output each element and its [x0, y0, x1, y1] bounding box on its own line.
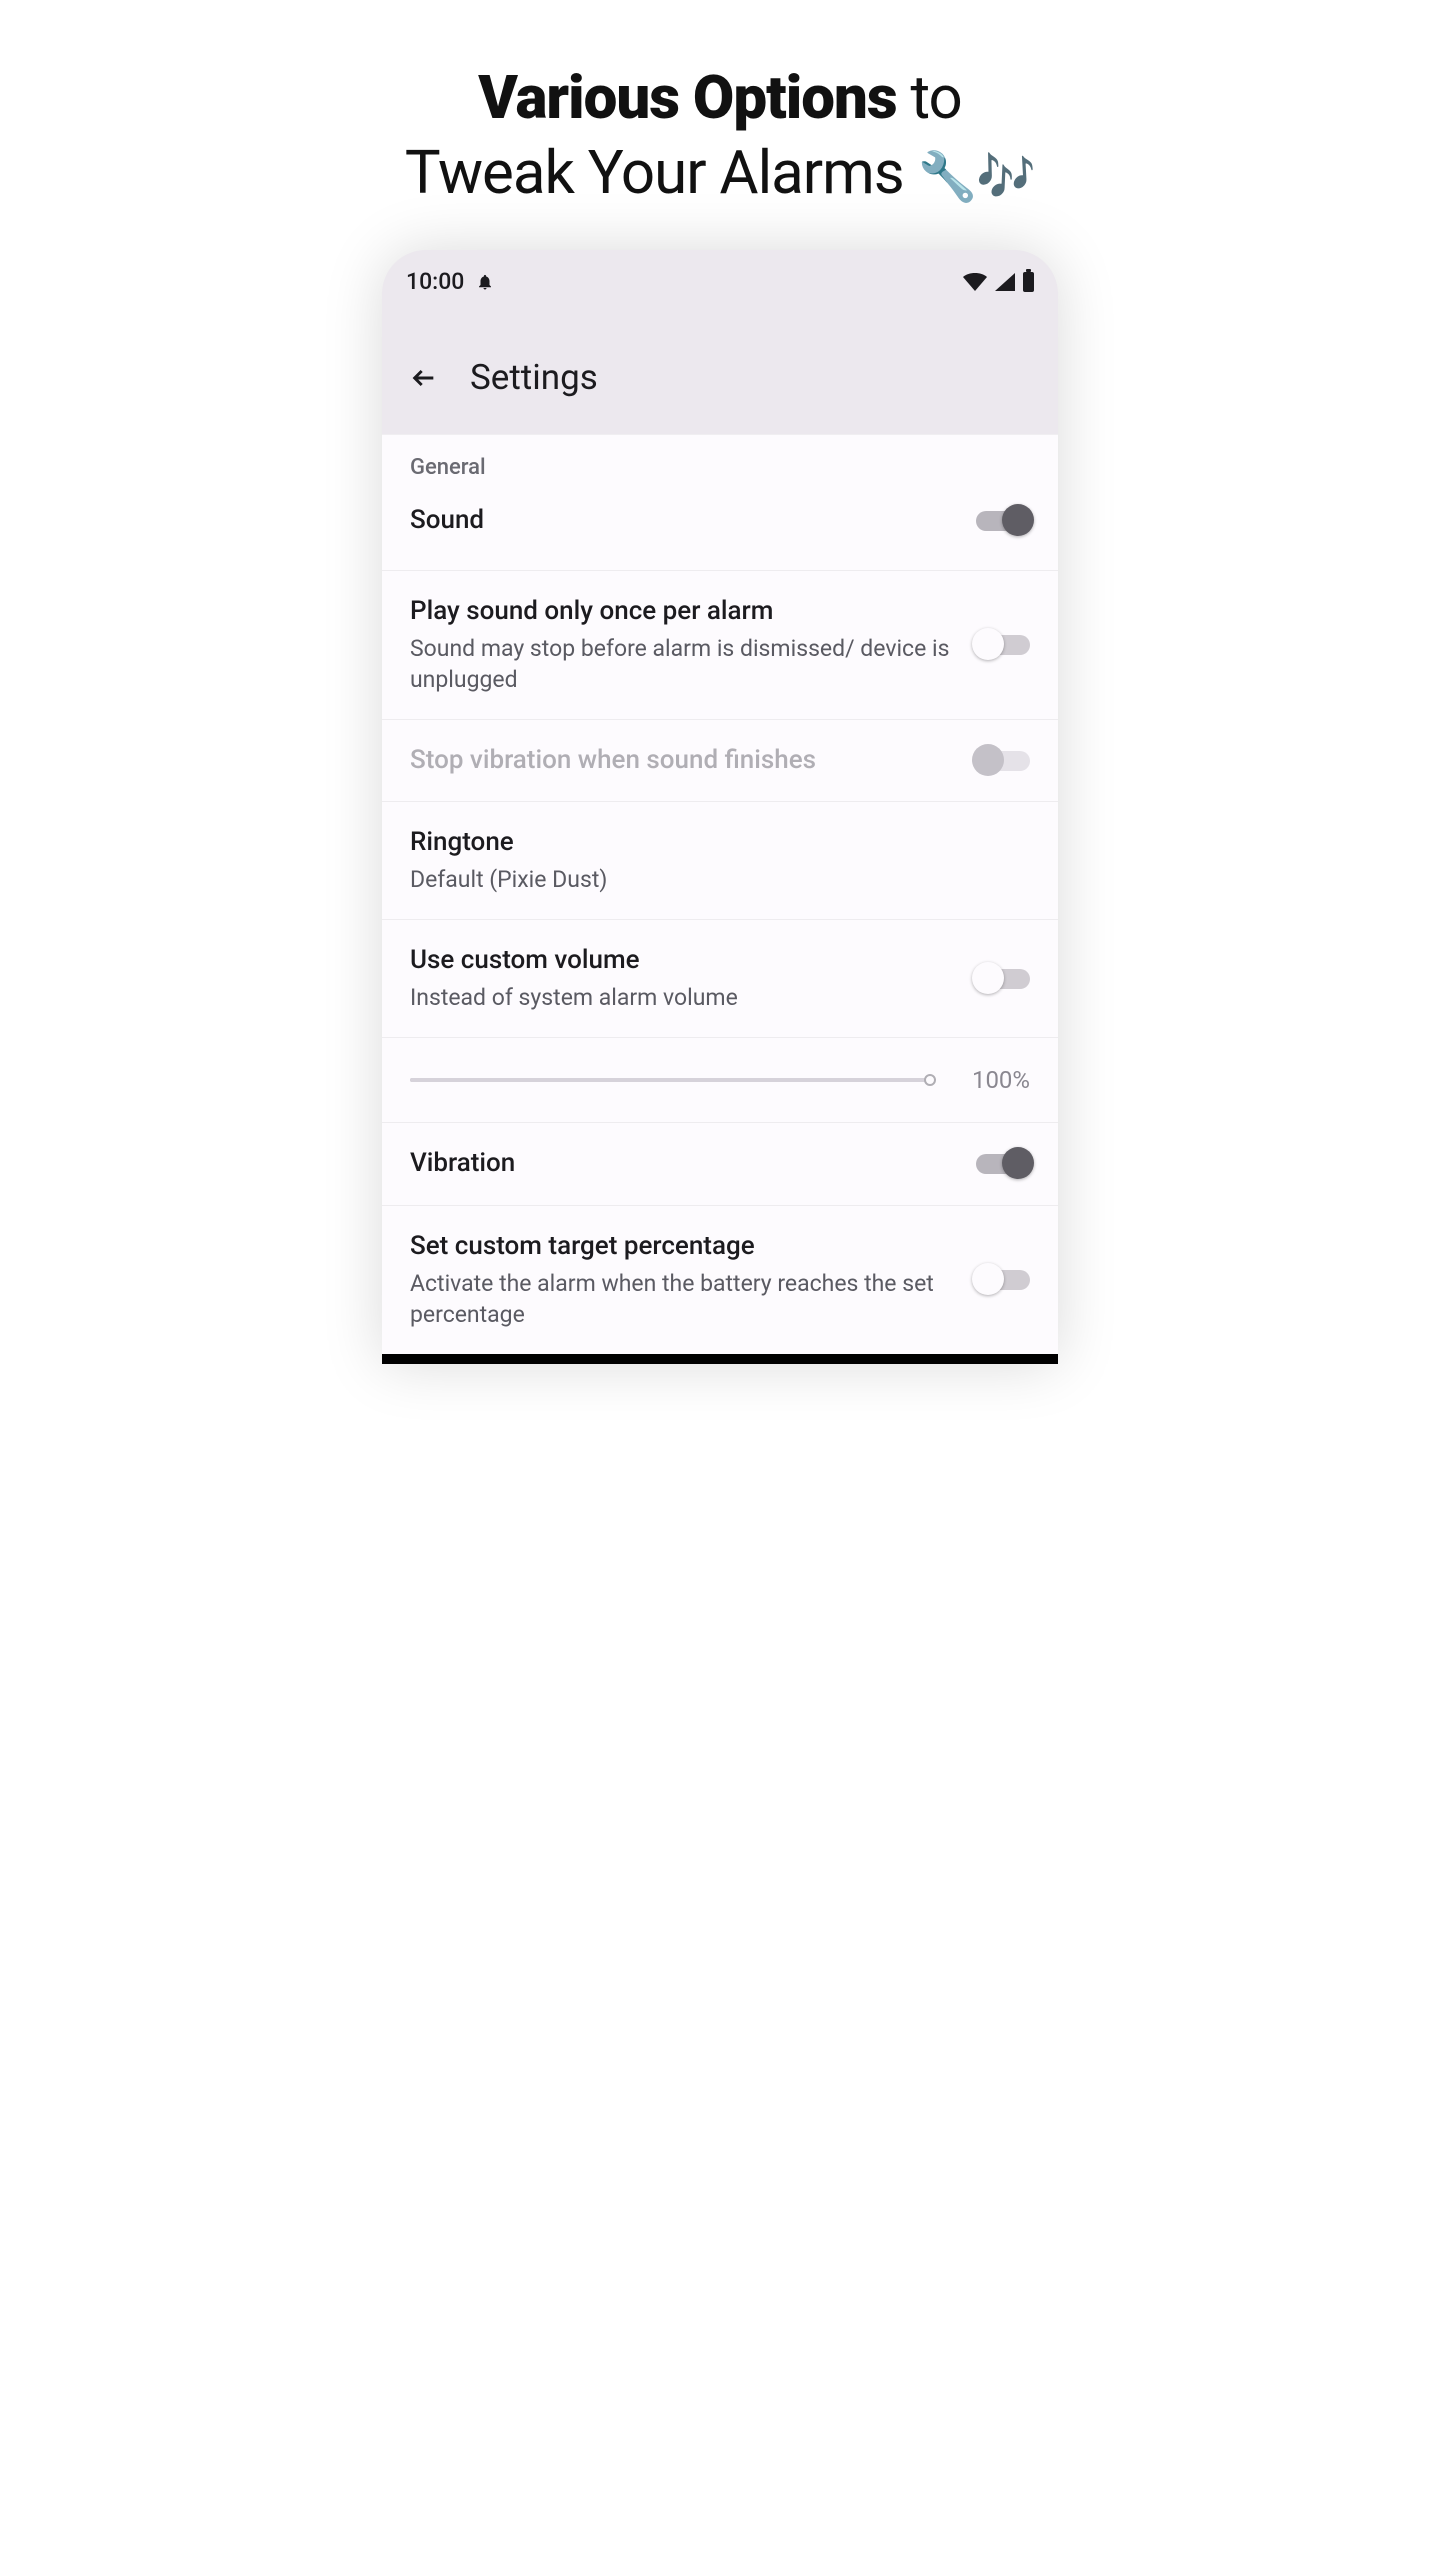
setting-ringtone-sub: Default (Pixie Dust) [410, 864, 1030, 895]
volume-slider-thumb[interactable] [924, 1074, 936, 1086]
headline-bold-1: Various Options [478, 62, 896, 133]
volume-slider-value: 100% [970, 1066, 1030, 1094]
setting-stop-vibration-toggle [976, 751, 1030, 771]
back-arrow-icon[interactable] [410, 364, 438, 392]
setting-stop-vibration-label: Stop vibration when sound finishes [410, 744, 956, 778]
bell-icon [476, 272, 494, 292]
setting-ringtone-label: Ringtone [410, 826, 1030, 860]
headline-emojis: 🔧🎶 [918, 148, 1036, 205]
setting-custom-volume[interactable]: Use custom volume Instead of system alar… [382, 920, 1058, 1038]
setting-custom-target-label: Set custom target percentage [410, 1230, 956, 1264]
setting-play-once-label: Play sound only once per alarm [410, 595, 956, 629]
setting-sound[interactable]: Sound [382, 490, 1058, 571]
setting-vibration-toggle[interactable] [976, 1154, 1030, 1174]
setting-sound-label: Sound [410, 504, 956, 538]
battery-icon [1023, 272, 1034, 292]
headline-light-2: Tweak Your Alarms [405, 137, 904, 208]
setting-play-once[interactable]: Play sound only once per alarm Sound may… [382, 571, 1058, 720]
setting-custom-target-toggle[interactable] [976, 1270, 1030, 1290]
setting-play-once-toggle[interactable] [976, 635, 1030, 655]
setting-custom-volume-toggle[interactable] [976, 969, 1030, 989]
status-time: 10:00 [406, 268, 464, 295]
settings-content: General Sound Play sound only once per a… [382, 434, 1058, 1364]
volume-slider-row[interactable]: 100% [382, 1038, 1058, 1123]
signal-icon [995, 273, 1015, 291]
setting-vibration-label: Vibration [410, 1147, 956, 1181]
setting-play-once-sub: Sound may stop before alarm is dismissed… [410, 633, 956, 695]
section-general-header: General [382, 435, 1058, 490]
app-bar: Settings [382, 305, 1058, 434]
setting-sound-toggle[interactable] [976, 511, 1030, 531]
navigation-bar [382, 1354, 1058, 1364]
volume-slider-track[interactable] [410, 1078, 930, 1082]
promo-headline: Various Options to Tweak Your Alarms 🔧🎶 [310, 0, 1130, 250]
phone-frame: 10:00 Settings General [382, 250, 1058, 1364]
status-bar: 10:00 [382, 250, 1058, 305]
setting-stop-vibration: Stop vibration when sound finishes [382, 720, 1058, 803]
wifi-icon [963, 273, 987, 291]
setting-custom-target-sub: Activate the alarm when the battery reac… [410, 1268, 956, 1330]
page-title: Settings [470, 357, 598, 398]
volume-slider-fill [410, 1078, 930, 1082]
setting-custom-target[interactable]: Set custom target percentage Activate th… [382, 1206, 1058, 1354]
setting-ringtone[interactable]: Ringtone Default (Pixie Dust) [382, 802, 1058, 920]
setting-custom-volume-label: Use custom volume [410, 944, 956, 978]
headline-light-1: to [911, 62, 962, 133]
setting-vibration[interactable]: Vibration [382, 1123, 1058, 1206]
setting-custom-volume-sub: Instead of system alarm volume [410, 982, 956, 1013]
